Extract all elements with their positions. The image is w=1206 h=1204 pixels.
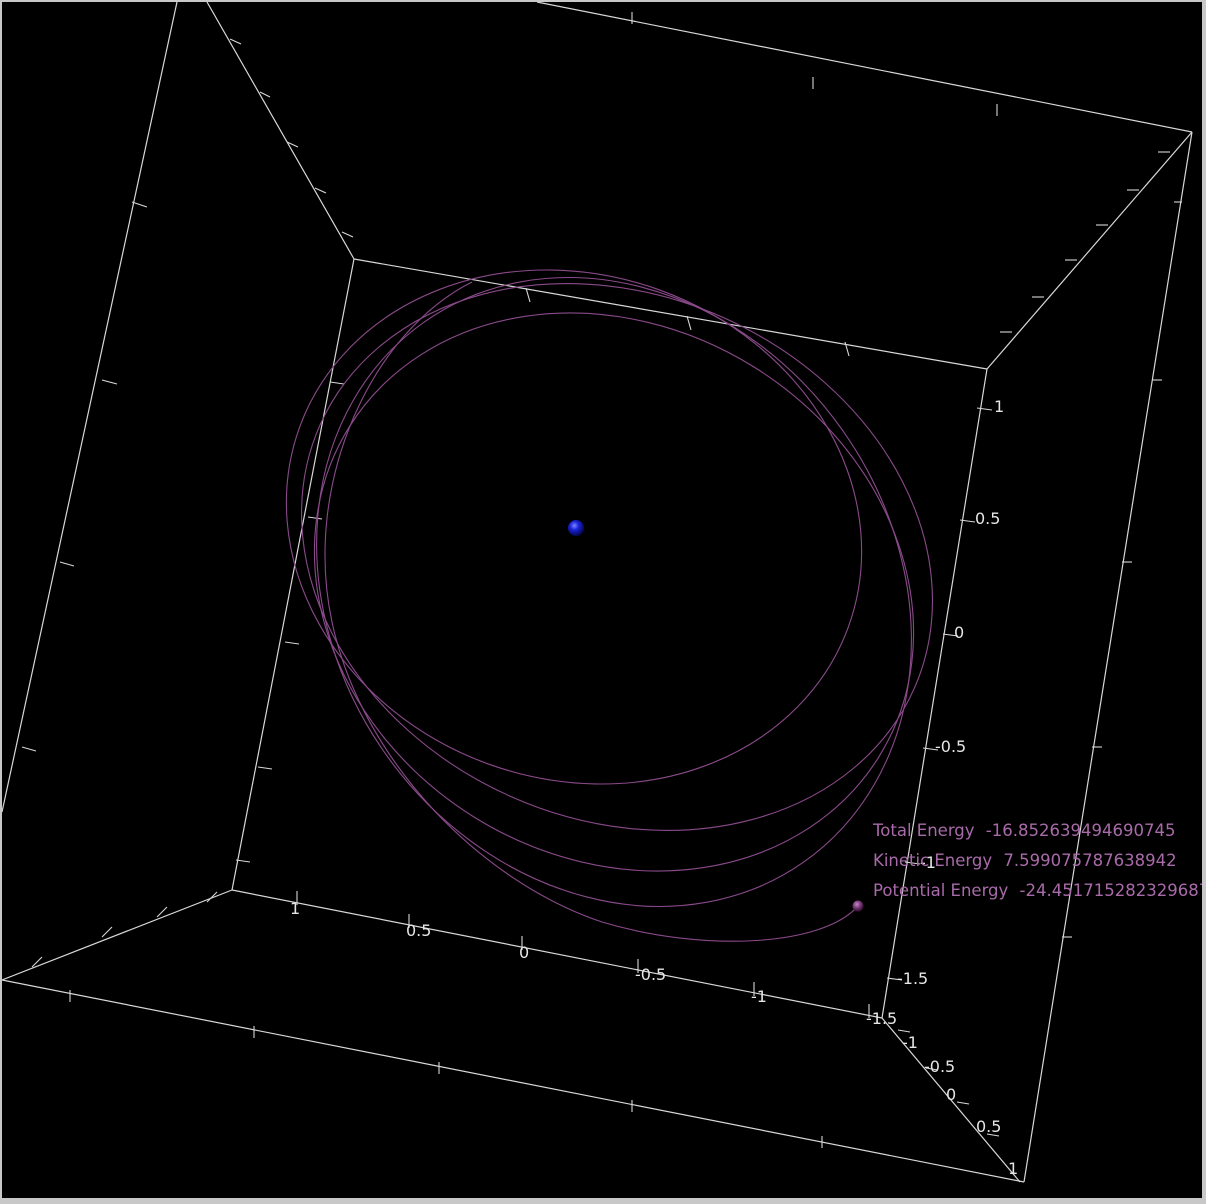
total-energy-value: -16.852639494690745: [986, 821, 1176, 840]
total-energy-line: Total Energy -16.852639494690745: [872, 821, 1175, 840]
right-axis-tick-label: 0.5: [975, 509, 1000, 528]
bottom-axis-tick-label: -1.5: [866, 1009, 897, 1028]
bottom-axis-tick-label: -0.5: [635, 965, 666, 984]
bottom-axis-tick-label: -1: [751, 987, 767, 1006]
tick-marks: [21, 12, 1182, 1148]
box-edge: [881, 368, 988, 1019]
right-axis-tick-label: -1.5: [897, 969, 928, 988]
box-edge: [231, 258, 355, 891]
depth-axis-labels: -1 -0.5 0 0.5 1: [902, 1033, 1018, 1178]
potential-energy-value: -24.451715282329687: [1020, 881, 1202, 900]
box-edge: [986, 131, 1193, 370]
box-edge: [2, 889, 233, 981]
bottom-axis-tick-label: 0: [519, 943, 529, 962]
3d-scene-viewport[interactable]: 1 0.5 0 -0.5 -1 -1.5 1 0.5 0 -0.5 -1 -1.…: [2, 2, 1202, 1198]
bottom-axis-tick-label: 1: [290, 899, 300, 918]
box-edge: [2, 2, 178, 813]
central-body-sphere: [568, 520, 584, 536]
right-axis-tick-label: 0: [954, 623, 964, 642]
kinetic-energy-label: Kinetic Energy: [873, 851, 992, 870]
depth-axis-tick-label: 0: [946, 1085, 956, 1104]
orbit-scene: 1 0.5 0 -0.5 -1 -1.5 1 0.5 0 -0.5 -1 -1.…: [2, 2, 1202, 1183]
kinetic-energy-line: Kinetic Energy 7.599075787638942: [873, 851, 1177, 870]
right-axis-tick-label: -0.5: [935, 737, 966, 756]
bottom-axis-tick-label: 0.5: [406, 921, 431, 940]
bounding-box: [2, 2, 1193, 1183]
box-edge: [231, 889, 883, 1019]
box-edge: [353, 258, 988, 370]
energy-readout: Total Energy -16.852639494690745 Kinetic…: [872, 821, 1202, 900]
orbit-path: [324, 281, 859, 942]
bottom-axis-labels: 1 0.5 0 -0.5 -1 -1.5: [290, 899, 897, 1028]
orbiting-body-sphere: [852, 900, 864, 912]
box-edge: [536, 2, 1193, 133]
potential-energy-line: Potential Energy -24.451715282329687: [873, 881, 1202, 900]
box-edge: [1023, 131, 1193, 1183]
potential-energy-label: Potential Energy: [873, 881, 1009, 900]
depth-axis-tick-label: 0.5: [976, 1117, 1001, 1136]
kinetic-energy-value: 7.599075787638942: [1003, 851, 1176, 870]
depth-axis-tick-label: -0.5: [924, 1057, 955, 1076]
depth-axis-tick-label: -1: [902, 1033, 918, 1052]
orbit-path: [301, 283, 933, 831]
depth-axis-tick-label: 1: [1008, 1159, 1018, 1178]
right-axis-tick-label: 1: [994, 397, 1004, 416]
total-energy-label: Total Energy: [872, 821, 975, 840]
box-edge: [206, 2, 355, 260]
